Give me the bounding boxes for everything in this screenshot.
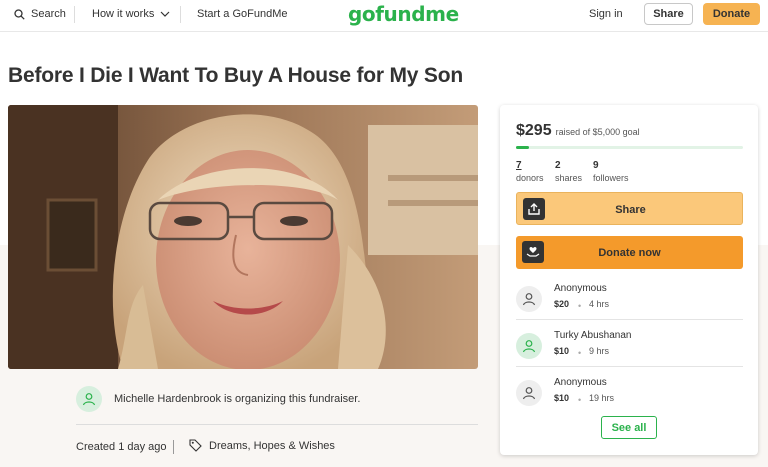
stat-shares: 2 shares — [555, 160, 582, 183]
raised-amount: $295 — [516, 122, 552, 139]
donation-item: Turky Abushanan $10 • 9 hrs — [516, 328, 743, 370]
start-gofundme-link[interactable]: Start a GoFundMe — [197, 0, 288, 28]
chevron-down-icon — [160, 11, 170, 17]
donor-name: Anonymous — [554, 377, 607, 388]
divider — [76, 424, 478, 425]
donation-amount: $10 — [554, 346, 570, 356]
donation-item: Anonymous $20 • 4 hrs — [516, 281, 743, 323]
donation-time: 19 hrs — [589, 393, 615, 403]
donors-count: 7 — [516, 160, 522, 171]
start-gofundme-label: Start a GoFundMe — [197, 8, 288, 20]
donor-name: Turky Abushanan — [554, 330, 632, 341]
progress-bar — [516, 146, 743, 149]
user-icon — [522, 387, 536, 400]
followers-label: followers — [593, 173, 629, 183]
see-all-button[interactable]: See all — [601, 416, 657, 439]
followers-count: 9 — [593, 160, 599, 171]
meta-divider — [173, 440, 174, 454]
separator-dot: • — [578, 301, 582, 311]
organizer-avatar — [76, 386, 102, 412]
donation-sidebar: $295 raised of $5,000 goal 7 donors 2 sh… — [500, 105, 758, 455]
organizer-row: Michelle Hardenbrook is organizing this … — [76, 386, 360, 412]
raised-goal: raised of $5,000 goal — [555, 127, 640, 137]
divider — [516, 319, 743, 320]
tag-icon — [189, 439, 202, 452]
header-share-button[interactable]: Share — [644, 3, 693, 25]
donation-item: Anonymous $10 • 19 hrs — [516, 375, 743, 417]
shares-count: 2 — [555, 160, 561, 171]
header-donate-button[interactable]: Donate — [703, 3, 760, 25]
signin-link[interactable]: Sign in — [589, 8, 623, 20]
separator-dot: • — [578, 395, 582, 405]
donate-now-button[interactable]: Donate now — [516, 236, 743, 269]
top-nav: Search How it works Start a GoFundMe gof… — [0, 0, 768, 32]
share-button-label: Share — [615, 203, 646, 216]
upload-share-icon — [523, 198, 545, 220]
campaign-photo[interactable] — [8, 105, 478, 369]
category-link[interactable]: Dreams, Hopes & Wishes — [189, 439, 335, 452]
campaign-title: Before I Die I Want To Buy A House for M… — [8, 64, 463, 87]
donation-amount: $20 — [554, 299, 570, 309]
progress-fill — [516, 146, 530, 149]
category-label: Dreams, Hopes & Wishes — [209, 439, 335, 452]
raised-summary: $295 raised of $5,000 goal — [516, 122, 640, 140]
divider — [516, 366, 743, 367]
donor-avatar — [516, 286, 542, 312]
search-label: Search — [31, 8, 66, 20]
search-icon — [14, 8, 25, 20]
separator-dot: • — [578, 348, 582, 358]
nav-divider — [74, 6, 75, 23]
donation-time: 9 hrs — [589, 346, 610, 356]
donation-time: 4 hrs — [589, 299, 610, 309]
donate-now-label: Donate now — [598, 246, 661, 259]
nav-divider — [180, 6, 181, 23]
how-it-works-label: How it works — [92, 8, 155, 20]
how-it-works-menu[interactable]: How it works — [92, 0, 170, 28]
share-button[interactable]: Share — [516, 192, 743, 225]
search-link[interactable]: Search — [14, 0, 66, 28]
user-icon — [522, 340, 536, 353]
heart-hands-icon — [522, 241, 544, 263]
organizer-text: Michelle Hardenbrook is organizing this … — [114, 393, 361, 405]
user-icon — [522, 293, 536, 306]
stat-followers: 9 followers — [593, 160, 629, 183]
donors-label: donors — [516, 173, 544, 183]
shares-label: shares — [555, 173, 583, 183]
gofundme-logo[interactable]: gofundme — [348, 2, 459, 26]
donor-avatar — [516, 333, 542, 359]
stat-donors[interactable]: 7 donors — [516, 160, 544, 183]
donor-name: Anonymous — [554, 283, 607, 294]
user-icon — [82, 393, 96, 406]
donor-avatar — [516, 380, 542, 406]
donation-amount: $10 — [554, 393, 570, 403]
created-date: Created 1 day ago — [76, 441, 167, 453]
